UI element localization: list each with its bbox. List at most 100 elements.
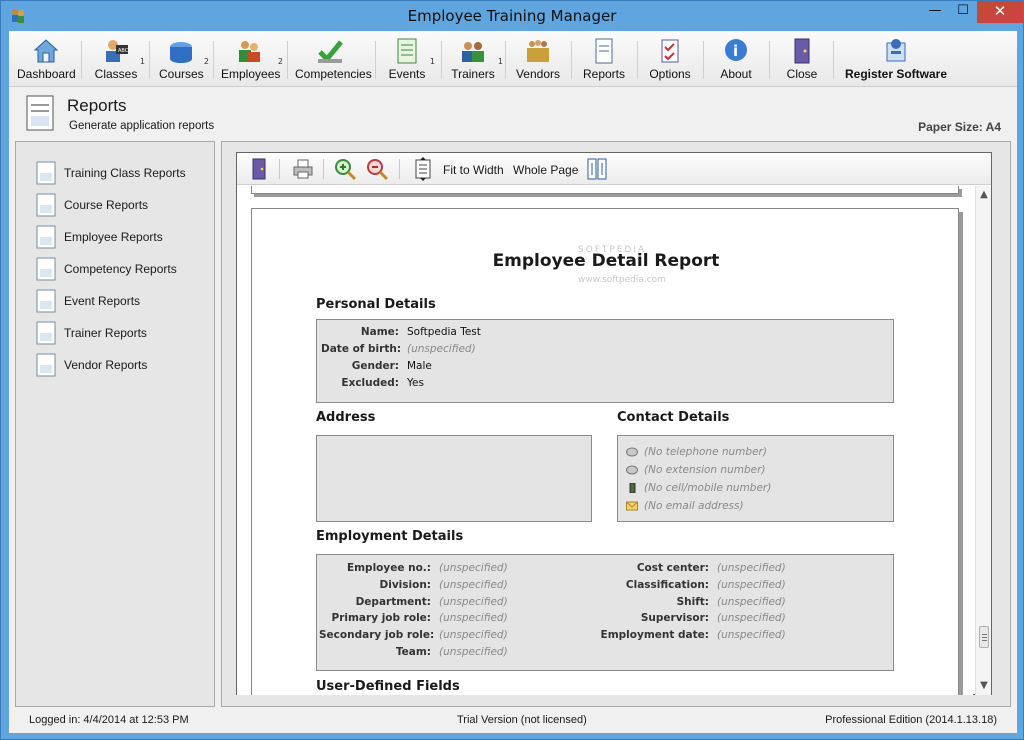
sidebar-item-competency-reports[interactable]: Competency Reports (34, 256, 212, 282)
field-label: Name: (360, 326, 399, 338)
scroll-down-arrow-icon[interactable]: ▼ (978, 681, 990, 691)
toolbar-separator (279, 159, 280, 179)
zoom-out-icon[interactable] (365, 157, 389, 181)
field-label: Department: (355, 596, 431, 608)
toolbar-competencies-button[interactable]: Competencies (295, 37, 372, 85)
toolbar-label: Reports (582, 67, 626, 81)
vendors-icon (527, 40, 549, 62)
toolbar-label: Options (649, 67, 691, 81)
sidebar-item-event-reports[interactable]: Event Reports (34, 288, 212, 314)
options-icon (661, 39, 679, 63)
section-heading-user-defined: User-Defined Fields (316, 679, 460, 694)
maximize-button[interactable]: ☐ (949, 1, 977, 23)
whole-page-button[interactable]: Whole Page (513, 163, 578, 177)
sidebar-item-trainer-reports[interactable]: Trainer Reports (34, 320, 212, 346)
logged-in-status: Logged in: 4/4/2014 at 12:53 PM (29, 714, 189, 726)
sidebar-item-label: Course Reports (64, 198, 149, 212)
report-icon (595, 38, 613, 64)
page-title: Reports (67, 96, 127, 115)
sidebar-item-vendor-reports[interactable]: Vendor Reports (34, 352, 212, 378)
field-label: Excluded: (341, 377, 399, 389)
minimize-button[interactable]: — (921, 1, 949, 23)
sidebar-item-label: Competency Reports (64, 262, 177, 276)
svg-text:ABC: ABC (118, 48, 129, 54)
toolbar-classes-button[interactable]: ABC Classes 1 (93, 37, 145, 85)
window-title: Employee Training Manager (407, 7, 617, 25)
sidebar-item-training-class-reports[interactable]: Training Class Reports (34, 160, 212, 186)
toolbar-trainers-button[interactable]: Trainers 1 (449, 37, 503, 85)
toolbar-dashboard-button[interactable]: Dashboard (17, 37, 76, 85)
sidebar-item-employee-reports[interactable]: Employee Reports (34, 224, 212, 250)
sidebar-item-label: Training Class Reports (64, 166, 186, 180)
contact-value: (No extension number) (644, 464, 766, 476)
license-status: Trial Version (not licensed) (457, 714, 587, 726)
field-label: Primary job role: (331, 612, 431, 624)
zoom-in-icon[interactable] (333, 157, 357, 181)
toolbar-events-button[interactable]: Events 1 (385, 37, 435, 85)
field-value: (unspecified) (439, 612, 508, 624)
field-value: (unspecified) (407, 343, 476, 355)
field-label: Employment date: (600, 629, 709, 641)
mobile-phone-icon (629, 483, 636, 493)
toolbar-count: 1 (139, 57, 145, 66)
app-window: Employee Training Manager — ☐ ✕ Dashboar… (0, 0, 1024, 740)
toolbar-separator (769, 41, 770, 79)
fit-to-width-button[interactable]: Fit to Width (443, 163, 504, 177)
toolbar-employees-button[interactable]: Employees 2 (221, 37, 283, 85)
page-subtitle: Generate application reports (69, 120, 215, 132)
toolbar-register-button[interactable]: Register Software (845, 37, 947, 85)
toolbar-count: 1 (497, 57, 503, 66)
svg-text:i: i (733, 42, 738, 60)
field-label: Team: (395, 646, 431, 658)
toolbar-count: 2 (277, 57, 283, 66)
two-pages-icon[interactable] (585, 157, 609, 181)
scroll-up-arrow-icon[interactable]: ▲ (978, 190, 990, 200)
contact-value: (No cell/mobile number) (644, 482, 772, 494)
document-icon (36, 321, 56, 345)
scrollbar-thumb[interactable] (979, 626, 989, 648)
contact-value: (No telephone number) (644, 446, 767, 458)
report-page: SOFTPEDIA Employee Detail Report www.sof… (251, 208, 959, 695)
sidebar-item-course-reports[interactable]: Course Reports (34, 192, 212, 218)
field-value: (unspecified) (439, 629, 508, 641)
title-bar[interactable]: Employee Training Manager — ☐ ✕ (1, 1, 1023, 31)
field-label: Shift: (676, 596, 709, 608)
toolbar-vendors-button[interactable]: Vendors (515, 37, 561, 85)
report-canvas[interactable]: SOFTPEDIA Employee Detail Report www.sof… (237, 186, 973, 695)
vertical-scrollbar[interactable]: ▲ ▼ (975, 186, 991, 695)
contact-row: (No extension number) (626, 464, 766, 476)
toolbar-options-button[interactable]: Options (647, 37, 693, 85)
toolbar-label: About (720, 67, 752, 81)
document-icon (36, 289, 56, 313)
toolbar-label: Events (388, 67, 426, 81)
address-box (316, 435, 592, 522)
fit-to-width-icon[interactable] (411, 157, 435, 181)
toolbar-about-button[interactable]: i About (715, 37, 757, 85)
toolbar-reports-button[interactable]: Reports (581, 37, 627, 85)
door-icon (794, 38, 810, 64)
toolbar-label: Employees (221, 67, 281, 81)
toolbar-close-button[interactable]: Close (781, 37, 823, 85)
field-value: Softpedia Test (407, 326, 481, 338)
field-value: (unspecified) (439, 646, 508, 658)
watermark-url: www.softpedia.com (578, 275, 666, 285)
employment-details-box: Employee no.: (unspecified) Division: (u… (316, 554, 894, 671)
info-icon: i (725, 39, 747, 61)
document-icon (36, 193, 56, 217)
printer-icon[interactable] (291, 157, 315, 181)
toolbar-separator (637, 41, 638, 79)
section-heading-employment: Employment Details (316, 529, 464, 544)
main-toolbar: Dashboard ABC Classes 1 Courses 2 Employ… (9, 31, 1017, 87)
report-preview-panel: Fit to Width Whole Page SOFTPEDIA Employ… (221, 141, 1011, 707)
close-window-button[interactable]: ✕ (977, 1, 1023, 23)
field-value: (unspecified) (439, 562, 508, 574)
phone-extension-icon (626, 465, 638, 475)
toolbar-label: Competencies (295, 67, 372, 81)
field-label: Date of birth: (321, 343, 402, 355)
close-report-door-icon[interactable] (247, 157, 271, 181)
contact-row: (No email address) (626, 500, 744, 512)
toolbar-courses-button[interactable]: Courses 2 (159, 37, 209, 85)
toolbar-separator (213, 41, 214, 79)
envelope-icon (626, 501, 638, 511)
previous-page-edge (251, 186, 959, 194)
